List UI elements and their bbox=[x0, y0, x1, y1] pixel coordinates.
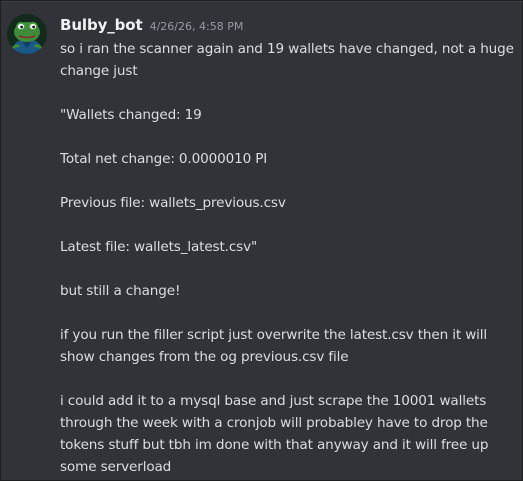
message-line: "Wallets changed: 19 bbox=[60, 107, 202, 123]
chat-message-panel: Bulby_bot 4/26/26, 4:58 PM so i ran the … bbox=[0, 0, 523, 481]
message-header: Bulby_bot 4/26/26, 4:58 PM bbox=[60, 16, 243, 38]
username[interactable]: Bulby_bot bbox=[60, 16, 143, 34]
user-avatar[interactable] bbox=[7, 14, 47, 54]
message-line: if you run the filler script just overwr… bbox=[60, 327, 488, 343]
message-line: tokens stuff but tbh im done with that a… bbox=[60, 437, 489, 453]
message-timestamp[interactable]: 4/26/26, 4:58 PM bbox=[150, 20, 244, 33]
message-line: Latest file: wallets_latest.csv" bbox=[60, 239, 258, 255]
frog-avatar-icon bbox=[7, 14, 47, 54]
message-line: Total net change: 0.0000010 PI bbox=[60, 151, 268, 167]
message-line: so i ran the scanner again and 19 wallet… bbox=[60, 41, 514, 57]
divider bbox=[1, 1, 523, 2]
message-line: i could add it to a mysql base and just … bbox=[60, 393, 487, 409]
message-line: through the week with a cronjob will pro… bbox=[60, 415, 488, 431]
message-line: some serverload bbox=[60, 459, 172, 475]
message-line: change just bbox=[60, 63, 138, 79]
message-line: show changes from the og previous.csv fi… bbox=[60, 349, 349, 365]
message-line: but still a change! bbox=[60, 283, 181, 299]
message-line: Previous file: wallets_previous.csv bbox=[60, 195, 286, 211]
